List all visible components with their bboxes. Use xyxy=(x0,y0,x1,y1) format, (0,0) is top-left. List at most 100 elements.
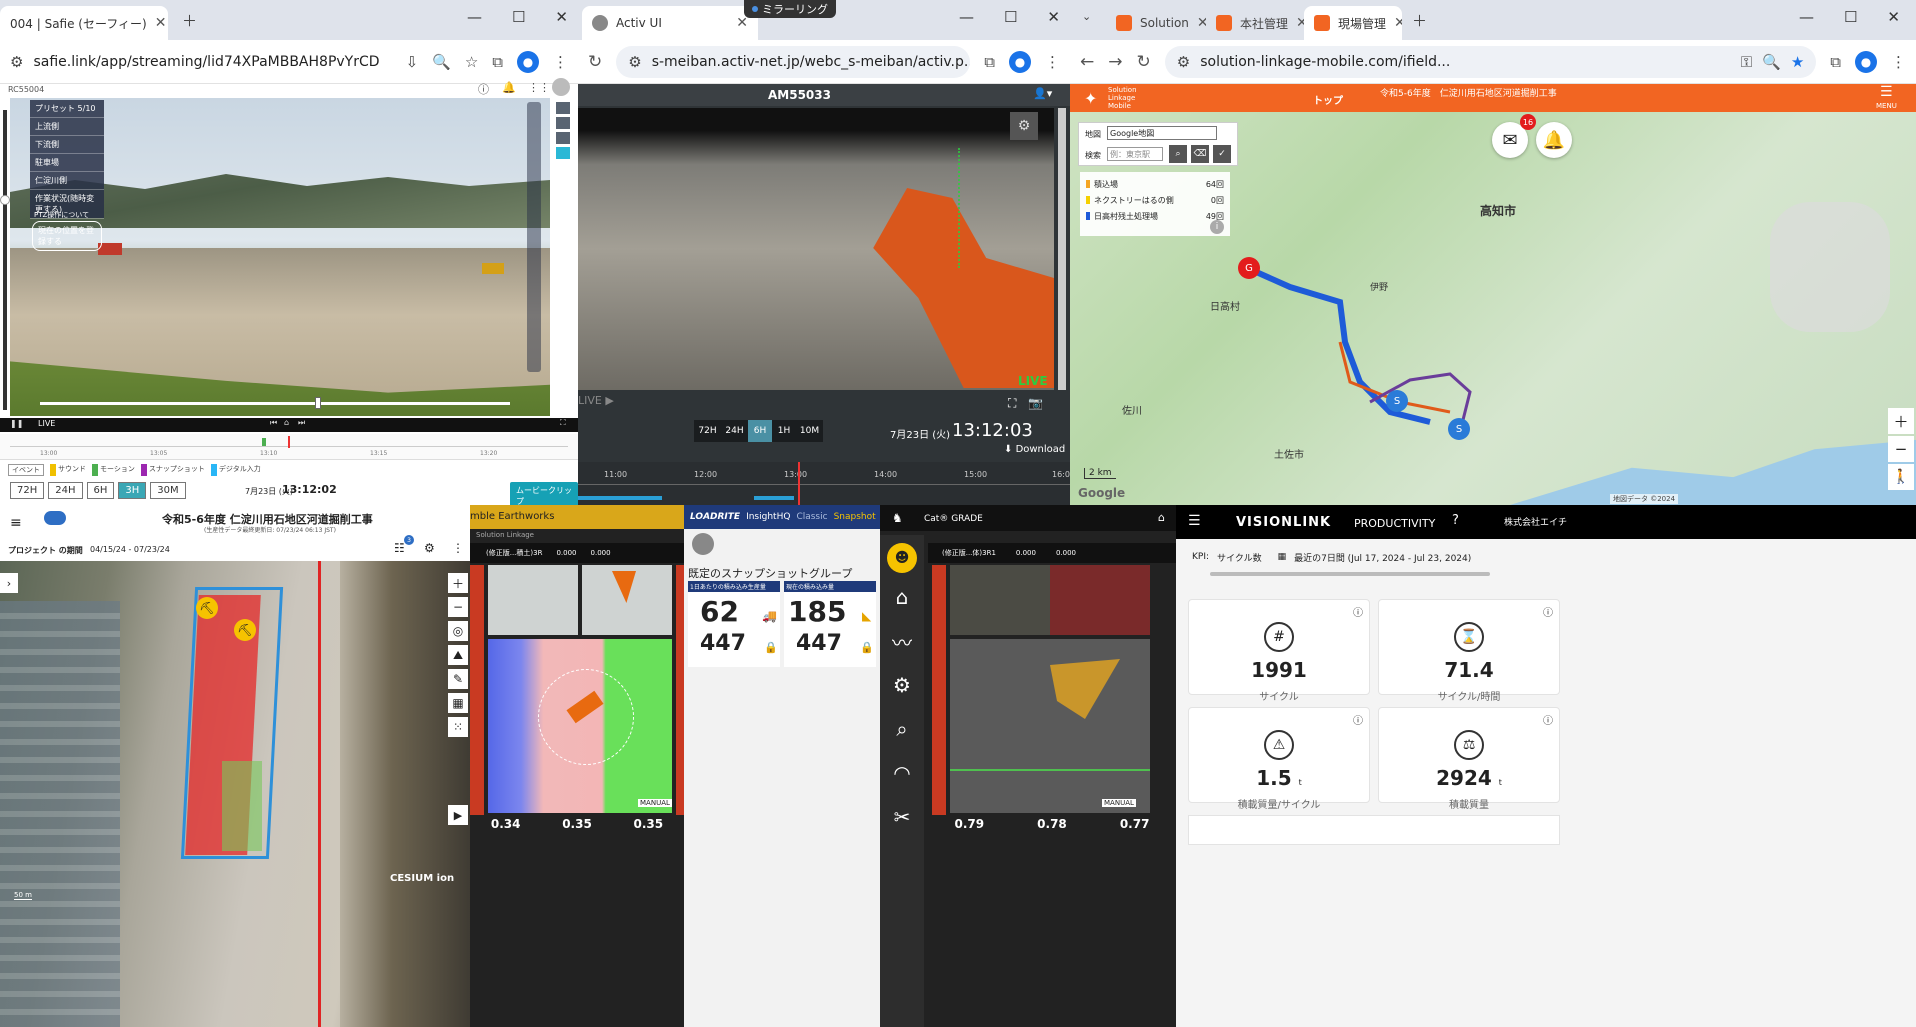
excavator-marker-icon[interactable]: ⛏ xyxy=(196,597,218,619)
legend-event[interactable]: イベント xyxy=(8,464,44,476)
locate-icon[interactable]: ◎ xyxy=(448,621,468,641)
browser-menu-icon[interactable]: ⋮ xyxy=(1891,53,1906,71)
vertical-slider[interactable] xyxy=(3,110,7,410)
close-tab-icon[interactable]: ✕ xyxy=(1288,15,1304,31)
pause-icon[interactable]: ❚❚ xyxy=(10,419,23,428)
reload-icon[interactable]: ↻ xyxy=(1137,52,1151,72)
preset-item[interactable]: 下流側 xyxy=(30,136,104,154)
nav-top[interactable]: トップ xyxy=(1313,92,1343,107)
tab-honsha[interactable]: 本社管理 ✕ xyxy=(1206,6,1304,40)
browser-menu-icon[interactable]: ⋮ xyxy=(553,53,568,71)
close-tab-icon[interactable]: ✕ xyxy=(147,15,167,31)
time-range-button[interactable]: 30M xyxy=(150,482,186,499)
ptz-zoom-bar[interactable] xyxy=(527,102,541,372)
maximize-icon[interactable]: ☐ xyxy=(512,8,525,26)
camera-icon[interactable]: 📷 xyxy=(1028,396,1043,410)
tools-icon[interactable]: ✂ xyxy=(880,797,924,837)
reload-icon[interactable]: ↻ xyxy=(588,52,602,72)
calendar-icon[interactable]: ▦ xyxy=(1278,552,1287,562)
tab-genba[interactable]: 現場管理 ✕ xyxy=(1304,6,1402,40)
help-icon[interactable]: ⓘ xyxy=(478,81,489,97)
site-marker-icon[interactable]: S xyxy=(1386,390,1408,412)
time-range-button[interactable]: 24H xyxy=(721,420,748,442)
close-icon[interactable]: ✕ xyxy=(1887,8,1900,26)
close-tab-icon[interactable]: ✕ xyxy=(1386,15,1402,31)
company-name[interactable]: 株式会社エイチ xyxy=(1504,515,1567,528)
zoom-out-icon[interactable]: − xyxy=(448,597,468,617)
password-key-icon[interactable]: ⚿ xyxy=(1741,53,1752,71)
tab-search-icon[interactable]: ⌄ xyxy=(1082,10,1091,23)
operator-icon[interactable]: ☻ xyxy=(887,543,917,573)
map-layers-icon[interactable]: ▦ xyxy=(448,693,468,713)
hamburger-icon[interactable]: ☰ xyxy=(1188,513,1201,529)
activity-icon[interactable]: 〰 xyxy=(880,621,924,661)
menu-button[interactable]: ☰ xyxy=(1880,84,1893,100)
horizontal-scrollbar[interactable] xyxy=(1210,572,1490,576)
timeline-cursor[interactable] xyxy=(798,462,800,505)
info-icon[interactable]: ⓘ xyxy=(1543,604,1553,619)
profile-avatar[interactable]: ● xyxy=(1855,50,1877,73)
clear-icon[interactable]: ⌫ xyxy=(1191,145,1209,163)
bookmark-star-icon[interactable]: ★ xyxy=(1791,53,1804,71)
excavator-marker-icon[interactable]: ⛏ xyxy=(234,619,256,641)
skip-forward-icon[interactable]: ⏭ xyxy=(298,418,305,428)
settings-gear-icon[interactable]: ⚙ xyxy=(424,541,435,555)
close-icon[interactable]: ✕ xyxy=(1047,8,1060,26)
settings-gear-icon[interactable]: ⚙ xyxy=(880,665,924,705)
download-button[interactable]: ⬇ Download xyxy=(1004,444,1065,455)
more-icon[interactable]: ⋮ xyxy=(452,541,464,555)
time-range-button[interactable]: 6H xyxy=(86,482,115,499)
help-icon[interactable]: ? xyxy=(1452,513,1459,528)
ptz-tool-icon[interactable] xyxy=(556,132,570,144)
tab-classic[interactable]: Classic xyxy=(796,512,827,522)
minimize-icon[interactable]: — xyxy=(467,8,482,26)
search-input[interactable]: 例：東京駅 xyxy=(1107,147,1163,161)
info-icon[interactable]: ⓘ xyxy=(1353,604,1363,619)
search-icon[interactable]: ⌕ xyxy=(1169,145,1187,163)
zoom-icon[interactable]: 🔍 xyxy=(1762,53,1781,71)
timeline-cursor[interactable] xyxy=(288,436,290,448)
time-range-button[interactable]: 72H xyxy=(10,482,45,499)
activ-tab[interactable]: Activ UI ✕ xyxy=(582,6,758,40)
linkage-map[interactable]: 地図 Google地図 検索 例：東京駅 ⌕ ⌫ ✓ 積込場 64回 ネクストリ… xyxy=(1070,112,1916,505)
notification-icon[interactable]: 🔔 xyxy=(502,81,516,94)
zoom-slider-knob[interactable] xyxy=(315,397,321,409)
cesium-aerial-map[interactable]: ⛏ ⛏ › ＋ − ◎ ⛰ ✎ ▦ ⁙ ▶ CESIUM ion 50 m xyxy=(0,561,470,1027)
extensions-icon[interactable]: ⧉ xyxy=(1830,53,1841,71)
date-range[interactable]: 最近の7日間 (Jul 17, 2024 - Jul 23, 2024) xyxy=(1294,551,1471,564)
close-tab-icon[interactable]: ✕ xyxy=(728,15,748,31)
new-tab-icon[interactable]: ＋ xyxy=(182,10,197,31)
preset-item[interactable]: 上流側 xyxy=(30,118,104,136)
fullscreen-icon[interactable]: ⛶ xyxy=(560,418,566,428)
ptz-help-link[interactable]: PTZ操作について xyxy=(34,210,89,220)
zoom-icon[interactable]: 🔍 xyxy=(432,53,451,71)
draw-icon[interactable]: ✎ xyxy=(448,669,468,689)
info-icon[interactable]: i xyxy=(1210,220,1224,234)
install-icon[interactable]: ⇩ xyxy=(406,53,419,71)
zoom-in-icon[interactable]: ＋ xyxy=(448,573,468,593)
settings-gear-icon[interactable]: ⚙ xyxy=(1010,112,1038,140)
close-tab-icon[interactable]: ✕ xyxy=(1189,15,1206,31)
activ-omnibox[interactable]: ⚙ s-meiban.activ-net.jp/webc_s-meiban/ac… xyxy=(616,45,971,78)
map-type-select[interactable]: Google地図 xyxy=(1107,126,1217,140)
extensions-icon[interactable]: ⧉ xyxy=(984,53,995,71)
points-icon[interactable]: ⁙ xyxy=(448,717,468,737)
forward-icon[interactable]: → xyxy=(1108,52,1122,72)
activ-scrollbar[interactable] xyxy=(1058,108,1066,390)
zoom-out-icon[interactable]: − xyxy=(1888,436,1914,462)
confirm-icon[interactable]: ✓ xyxy=(1213,145,1231,163)
preset-item[interactable]: 駐車場 xyxy=(30,154,104,172)
catgrade-profile-view[interactable]: MANUAL xyxy=(950,639,1150,813)
extensions-icon[interactable]: ⧉ xyxy=(492,53,503,71)
maximize-icon[interactable]: ☐ xyxy=(1004,8,1017,26)
zoom-slider-track[interactable] xyxy=(40,402,510,405)
safie-omnibox[interactable]: ⚙ safie.link/app/streaming/lid74XPaMBBAH… xyxy=(10,45,392,78)
profile-avatar[interactable]: ● xyxy=(1009,50,1031,73)
profile-avatar[interactable]: ● xyxy=(517,50,539,73)
browser-menu-icon[interactable]: ⋮ xyxy=(1045,53,1060,71)
slider-knob[interactable] xyxy=(0,195,10,205)
user-avatar[interactable] xyxy=(552,78,570,96)
site-settings-icon[interactable]: ⚙ xyxy=(628,53,641,71)
filter-icon[interactable]: ☷ xyxy=(394,541,405,555)
info-icon[interactable]: ⓘ xyxy=(1353,712,1363,727)
